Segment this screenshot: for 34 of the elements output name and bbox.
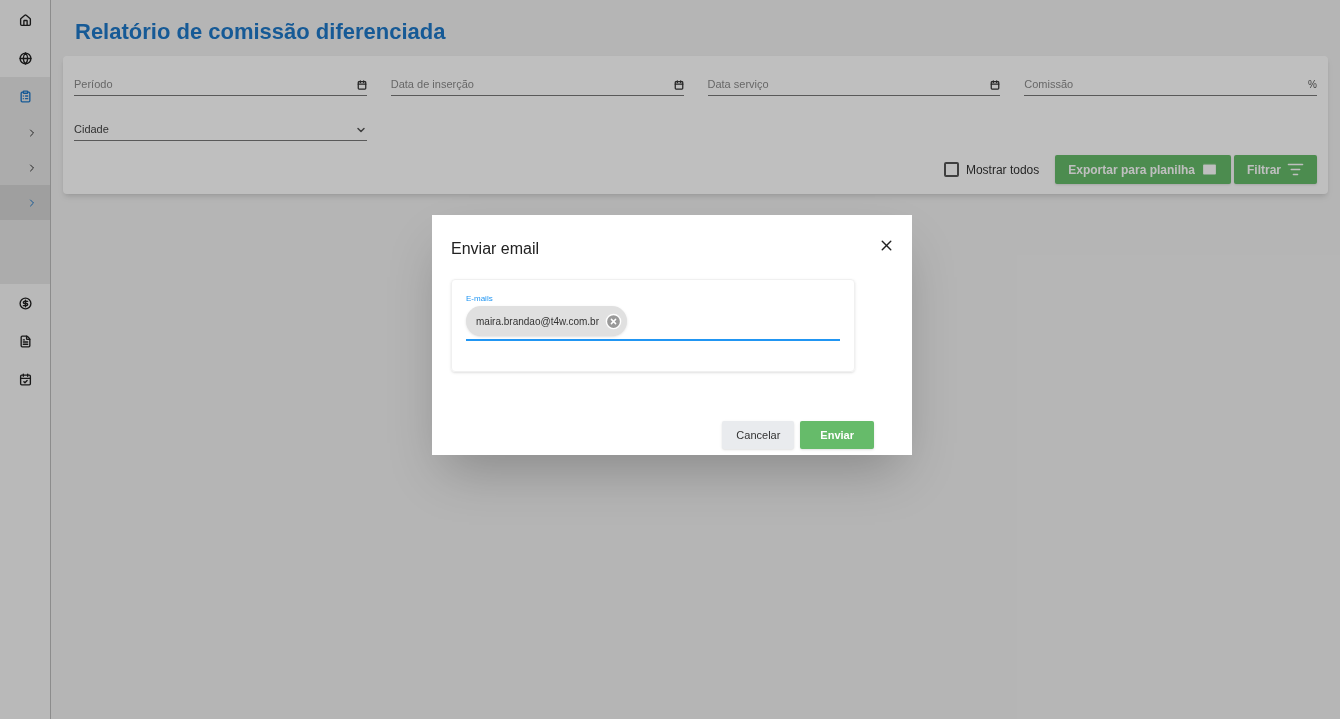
email-chip[interactable]: maira.brandao@t4w.com.br bbox=[466, 306, 627, 336]
emails-field[interactable]: E-mails maira.brandao@t4w.com.br bbox=[466, 294, 840, 341]
input-field[interactable]: Período bbox=[74, 76, 367, 96]
dollar-icon bbox=[18, 296, 32, 310]
export-button[interactable]: Exportar para planilha bbox=[1055, 155, 1231, 184]
field-label: E-mails bbox=[466, 294, 494, 304]
input-field[interactable]: Data de inserção bbox=[390, 76, 684, 96]
filter-button[interactable]: Filtrar bbox=[1234, 155, 1317, 184]
dialog-title: Enviar email bbox=[451, 239, 540, 259]
input-field[interactable]: Comissão % bbox=[1024, 76, 1317, 96]
percent-suffix: % bbox=[1308, 78, 1317, 92]
calendar-icon bbox=[990, 80, 1001, 90]
mail-icon bbox=[1201, 161, 1218, 178]
checkbox[interactable] bbox=[943, 162, 959, 177]
send-button[interactable]: Enviar bbox=[800, 421, 874, 449]
home-icon bbox=[18, 13, 32, 27]
page-title: Relatório de comissão diferenciada bbox=[75, 18, 447, 46]
input-field[interactable]: Data serviço bbox=[707, 76, 1001, 96]
file-icon bbox=[18, 334, 32, 348]
calendar-icon bbox=[356, 80, 367, 90]
cancel-button[interactable]: Cancelar bbox=[722, 421, 795, 449]
calendar-icon bbox=[673, 80, 684, 90]
field-label: Comissão bbox=[1024, 76, 1074, 92]
globe-icon bbox=[18, 51, 32, 65]
field-label: Cidade bbox=[74, 121, 109, 137]
field-label: Data serviço bbox=[707, 76, 769, 92]
select-field[interactable]: Cidade bbox=[74, 121, 367, 141]
field-label: Data de inserção bbox=[390, 76, 474, 92]
clipboard-icon bbox=[18, 89, 32, 103]
checkbox-label: Mostrar todos bbox=[965, 161, 1040, 179]
calendar-check-icon bbox=[18, 372, 32, 386]
filter-lines-icon bbox=[1287, 161, 1304, 178]
field-label: Período bbox=[74, 76, 113, 92]
remove-chip-icon[interactable] bbox=[605, 312, 622, 330]
